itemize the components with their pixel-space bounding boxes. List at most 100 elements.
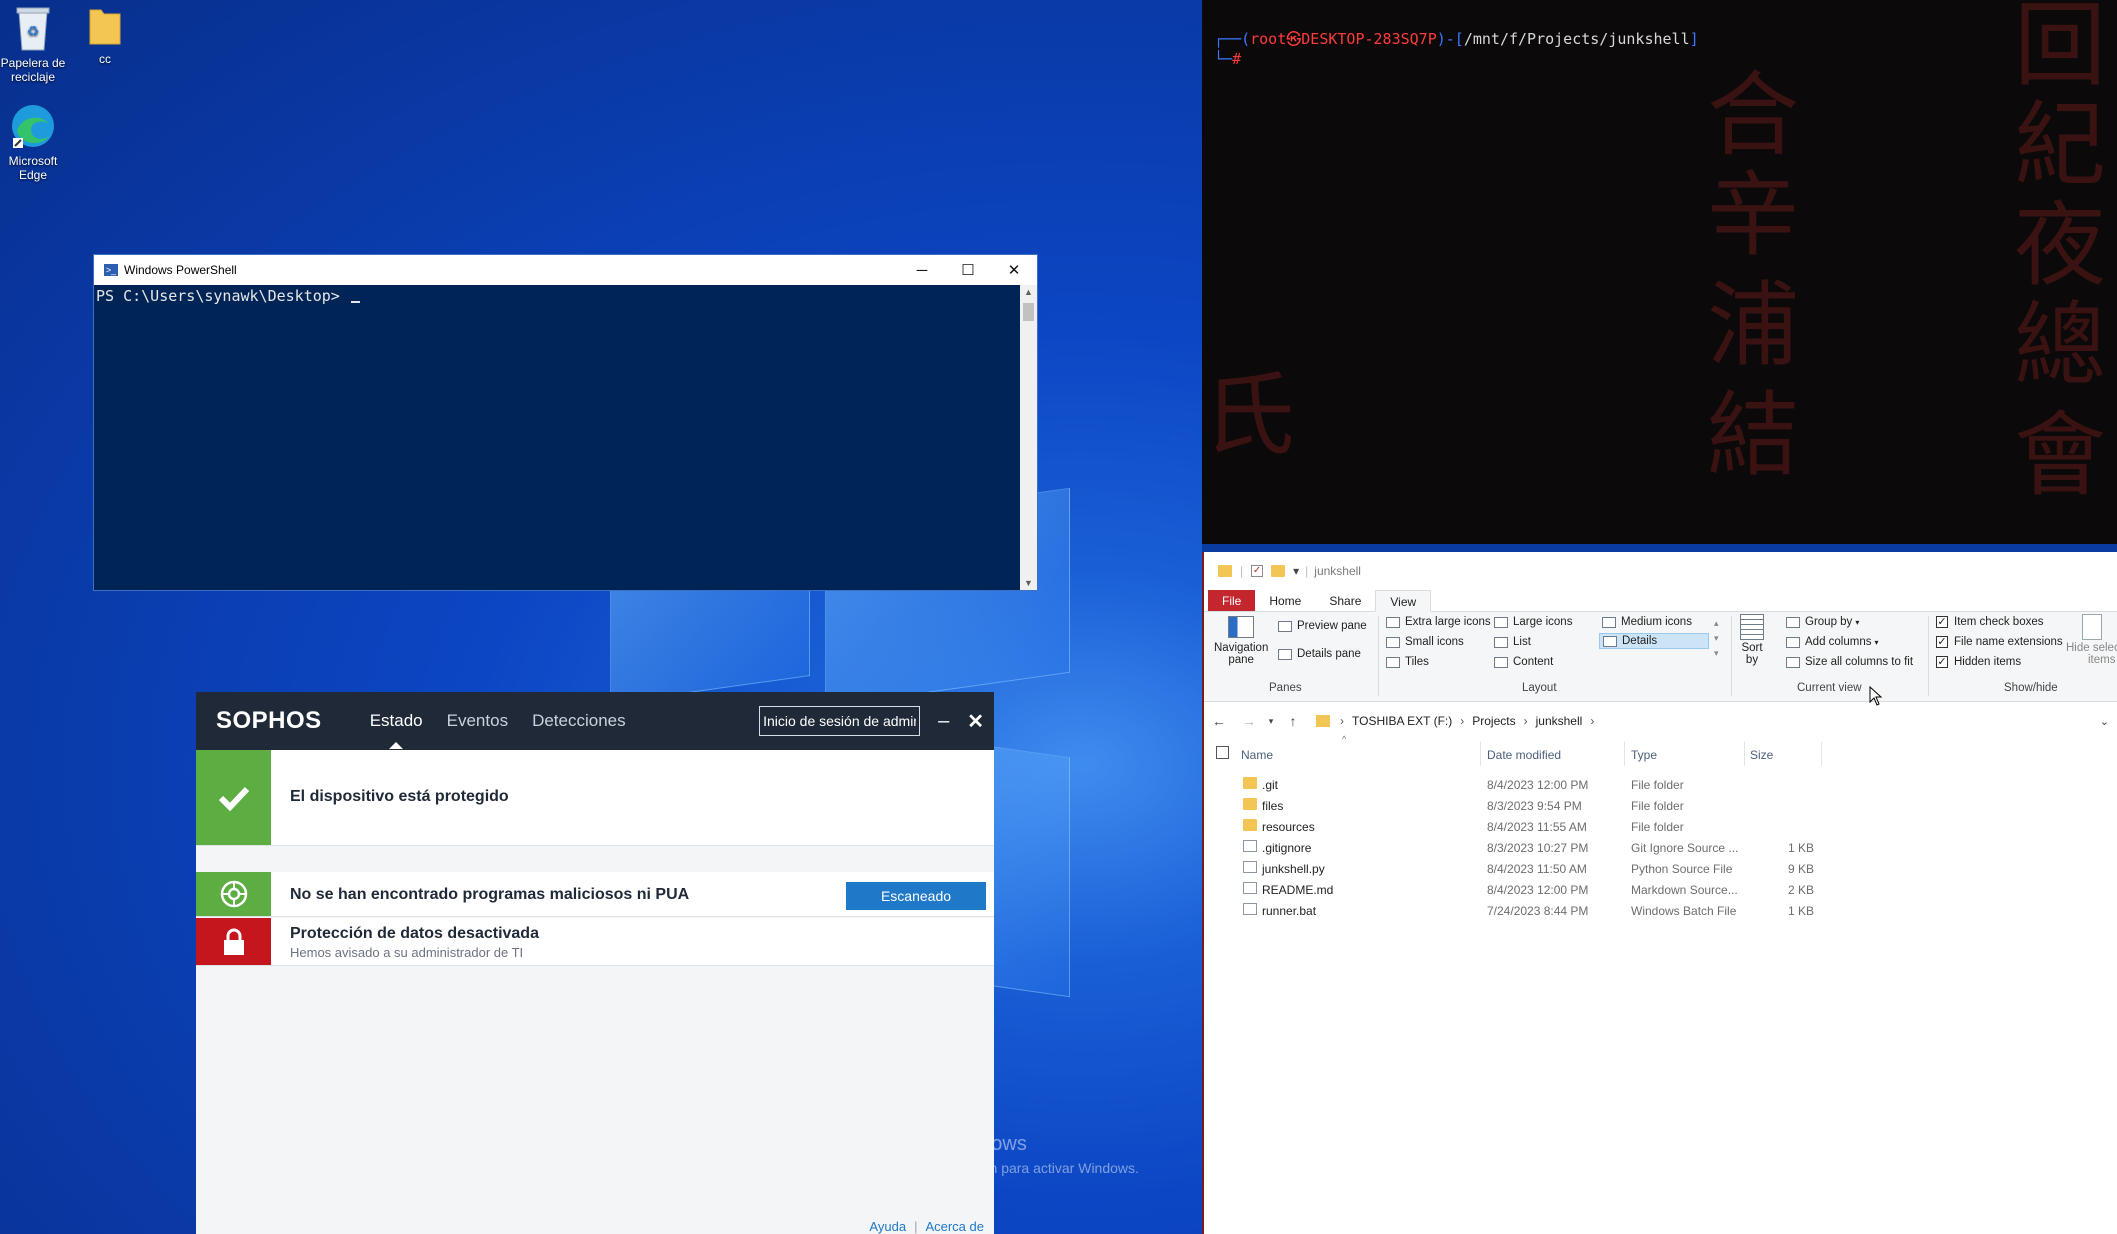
sort-by-button[interactable]: Sort by (1740, 614, 1764, 666)
layout-content[interactable]: Content (1494, 656, 1553, 668)
forward-arrow-icon[interactable]: → (1234, 713, 1264, 729)
scrollbar-thumb[interactable] (1023, 303, 1034, 321)
file-name: files (1262, 799, 1284, 813)
layout-small-icons[interactable]: Small icons (1386, 636, 1464, 648)
tab-share[interactable]: Share (1315, 590, 1375, 611)
layout-extra-large-icons[interactable]: Extra large icons (1386, 616, 1491, 628)
minimize-button[interactable]: ─ (899, 255, 945, 285)
size-columns-icon (1786, 656, 1800, 668)
customize-toolbar-icon[interactable]: ▾ (1293, 564, 1299, 578)
checkbox-checked-icon: ✓ (1936, 616, 1948, 628)
file-row[interactable]: runner.bat 7/24/2023 8:44 PM Windows Batch… (1204, 900, 2117, 921)
vertical-scrollbar[interactable]: ▲ ▼ (1020, 285, 1037, 590)
powershell-titlebar[interactable]: >_ Windows PowerShell ─ ☐ ✕ (94, 255, 1037, 285)
hidden-items-toggle[interactable]: ✓ Hidden items (1936, 656, 2021, 668)
desktop-icon-cc[interactable]: cc (72, 4, 138, 66)
breadcrumb[interactable]: › TOSHIBA EXT (F:) › Projects › junkshel… (1316, 714, 1602, 728)
scan-button[interactable]: Escaneado (846, 882, 986, 910)
tab-estado[interactable]: Estado (370, 711, 423, 749)
breadcrumb-item[interactable]: Projects (1472, 714, 1515, 728)
desktop-icon-recycle-bin[interactable]: ♻ Papelera de reciclaje (0, 4, 66, 84)
layout-list[interactable]: List (1494, 636, 1531, 648)
malware-status-text: No se han encontrado programas malicioso… (290, 886, 690, 903)
layout-scroll-icon[interactable]: ▴ ▾ ▾ (1714, 616, 1719, 661)
recent-locations-icon[interactable]: ▾ (1264, 716, 1278, 727)
admin-login-input[interactable] (759, 706, 921, 736)
group-label-layout: Layout (1522, 682, 1557, 694)
edge-icon (12, 105, 54, 148)
breadcrumb-item[interactable]: junkshell (1536, 714, 1583, 728)
up-arrow-icon[interactable]: ↑ (1278, 713, 1308, 729)
add-columns-button[interactable]: Add columns ▾ (1786, 636, 1879, 648)
new-folder-icon[interactable] (1271, 565, 1286, 577)
file-row[interactable]: README.md 8/4/2023 12:00 PM Markdown Sourc… (1204, 879, 2117, 900)
kali-terminal[interactable]: 回 紀 夜 總 會 合 辛 浦 結 氏 ┌──(root㉿DESKTOP-283… (1202, 0, 2117, 544)
maximize-button[interactable]: ☐ (945, 255, 991, 285)
details-pane-button[interactable]: Details pane (1278, 648, 1361, 660)
powershell-window[interactable]: >_ Windows PowerShell ─ ☐ ✕ PS C:\Users\… (93, 254, 1038, 591)
help-link[interactable]: Ayuda (869, 1219, 906, 1234)
powershell-prompt: PS C:\Users\synawk\Desktop> (96, 287, 349, 305)
scroll-down-arrow-icon[interactable]: ▼ (1020, 578, 1037, 588)
file-row[interactable]: files 8/3/2023 9:54 PM File folder (1204, 795, 2117, 816)
layout-tiles[interactable]: Tiles (1386, 656, 1429, 668)
select-all-checkbox[interactable] (1216, 746, 1229, 759)
file-row[interactable]: resources 8/4/2023 11:55 AM File folder (1204, 816, 2117, 837)
terminal-input-line[interactable]: └─# (1214, 50, 1241, 68)
close-button[interactable]: ✕ (967, 709, 984, 734)
status-protected-text: El dispositivo está protegido (290, 788, 509, 805)
file-size: 2 KB (1787, 883, 1814, 897)
wallpaper-glyph: 合 (1707, 62, 1800, 169)
minimize-button[interactable]: – (938, 710, 949, 733)
navigation-pane-button[interactable]: Navigation pane (1214, 616, 1268, 666)
mouse-cursor-icon (1869, 686, 1883, 706)
recycle-bin-icon: ♻ (16, 7, 50, 51)
column-name[interactable]: Name (1241, 748, 1273, 762)
about-link[interactable]: Acerca de (925, 1219, 984, 1234)
properties-icon[interactable]: ✓ (1251, 565, 1264, 577)
size-all-columns-button[interactable]: Size all columns to fit (1786, 656, 1913, 668)
powershell-console[interactable]: PS C:\Users\synawk\Desktop> (94, 285, 1020, 590)
item-check-boxes-toggle[interactable]: ✓ Item check boxes (1936, 616, 2043, 628)
file-type: Markdown Source... (1631, 883, 1738, 897)
layout-large-icons[interactable]: Large icons (1494, 616, 1572, 628)
column-size[interactable]: Size (1750, 748, 1773, 762)
tab-file[interactable]: File (1208, 590, 1256, 611)
layout-medium-icons[interactable]: Medium icons (1602, 616, 1692, 628)
preview-pane-button[interactable]: Preview pane (1278, 620, 1367, 632)
file-name-extensions-toggle[interactable]: ✓ File name extensions (1936, 636, 2063, 648)
data-protection-row: Protección de datos desactivada Hemos av… (196, 918, 994, 966)
file-type: File folder (1631, 820, 1684, 834)
group-by-button[interactable]: Group by ▾ (1786, 616, 1859, 628)
sophos-window: SOPHOS Estado Eventos Detecciones – ✕ El… (196, 692, 994, 1234)
column-type[interactable]: Type (1631, 748, 1657, 762)
scroll-up-arrow-icon[interactable]: ▲ (1020, 287, 1037, 297)
folder-icon (1243, 777, 1257, 789)
layout-details[interactable]: Details (1599, 633, 1709, 649)
close-button[interactable]: ✕ (991, 255, 1037, 285)
column-date-modified[interactable]: Date modified (1487, 748, 1561, 762)
file-date-modified: 8/4/2023 12:00 PM (1487, 883, 1589, 897)
checkmark-icon (218, 786, 249, 811)
tab-eventos[interactable]: Eventos (447, 711, 508, 731)
file-row[interactable]: .git 8/4/2023 12:00 PM File folder (1204, 774, 2117, 795)
back-arrow-icon[interactable]: ← (1204, 713, 1234, 729)
file-row[interactable]: .gitignore 8/3/2023 10:27 PM Git Ignore So… (1204, 837, 2117, 858)
desktop-icon-edge[interactable]: Microsoft Edge (0, 102, 66, 182)
hide-selected-items-button[interactable]: Hide selected items (2066, 614, 2117, 666)
tab-detecciones[interactable]: Detecciones (532, 711, 626, 731)
grid-icon (1386, 616, 1400, 628)
tab-view[interactable]: View (1375, 590, 1432, 612)
file-type: Python Source File (1631, 862, 1733, 876)
window-title: junkshell (1314, 564, 1361, 578)
hide-selected-icon (2082, 614, 2102, 640)
protected-status-row: El dispositivo está protegido (196, 750, 994, 846)
prompt-host: DESKTOP-283SQ7P (1301, 30, 1437, 48)
file-type: File folder (1631, 778, 1684, 792)
breadcrumb-item[interactable]: TOSHIBA EXT (F:) (1352, 714, 1452, 728)
file-row[interactable]: junkshell.py 8/4/2023 11:50 AM Python Sour… (1204, 858, 2117, 879)
tab-home[interactable]: Home (1255, 590, 1315, 611)
file-date-modified: 8/4/2023 12:00 PM (1487, 778, 1589, 792)
address-dropdown-icon[interactable]: ⌄ (2100, 715, 2109, 728)
sophos-header: SOPHOS Estado Eventos Detecciones – ✕ (196, 692, 994, 750)
